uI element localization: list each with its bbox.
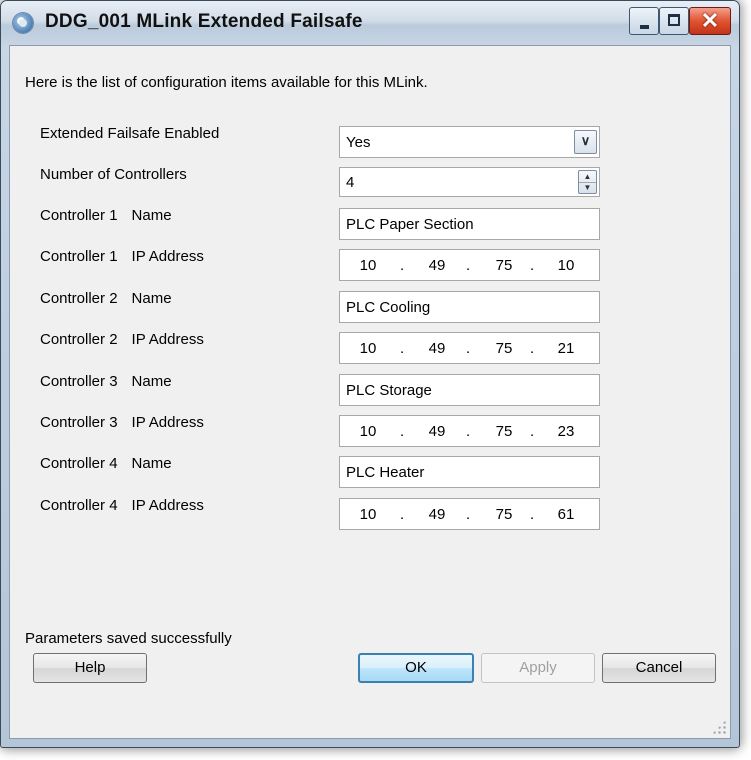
controller-name-input[interactable]: PLC Paper Section (339, 208, 600, 240)
spin-buttons[interactable]: ▲ ▼ (578, 170, 597, 194)
status-message: Parameters saved successfully (25, 630, 232, 647)
controller-ip-input[interactable]: 10. 49. 75. 23 (339, 415, 600, 447)
controller-prefix: Controller 4 (40, 497, 118, 514)
spin-down-icon[interactable]: ▼ (579, 182, 596, 193)
controller-name-suffix: Name (131, 290, 172, 307)
cancel-button[interactable]: Cancel (602, 653, 716, 683)
ip-dot: . (466, 506, 471, 523)
controller-ip-label: Controller 1 IP Address (40, 248, 204, 265)
controller-prefix: Controller 4 (40, 455, 118, 472)
ip-dot: . (466, 257, 471, 274)
controller-prefix: Controller 3 (40, 373, 118, 390)
controller-ip-input[interactable]: 10. 49. 75. 10 (339, 249, 600, 281)
controllers-count-stepper[interactable]: 4 ▲ ▼ (339, 167, 600, 197)
controller-ip-suffix: IP Address (131, 331, 204, 348)
controller-prefix: Controller 2 (40, 331, 118, 348)
dialog-body: Here is the list of configuration items … (9, 45, 731, 739)
controller-ip-input[interactable]: 10. 49. 75. 61 (339, 498, 600, 530)
ip-dot: . (400, 423, 405, 440)
controllers-count-label: Number of Controllers (40, 166, 187, 183)
ip-octet[interactable]: 49 (419, 257, 455, 274)
controller-name-label: Controller 1 Name (40, 207, 172, 224)
ip-dot: . (530, 506, 535, 523)
controller-name-input[interactable]: PLC Storage (339, 374, 600, 406)
dropdown-button[interactable]: ∨ (574, 130, 597, 154)
ok-button[interactable]: OK (358, 653, 474, 683)
chevron-down-icon: ∨ (580, 133, 591, 148)
ip-octet[interactable]: 61 (548, 506, 584, 523)
ip-dot: . (466, 423, 471, 440)
window-title: DDG_001 MLink Extended Failsafe (45, 11, 363, 32)
dialog-window: DDG_001 MLink Extended Failsafe ✕ Here i… (0, 0, 740, 748)
maximize-button[interactable] (659, 7, 689, 35)
controller-prefix: Controller 2 (40, 290, 118, 307)
ip-dot: . (530, 423, 535, 440)
controller-name-value: PLC Cooling (346, 299, 431, 316)
close-button[interactable]: ✕ (689, 7, 731, 35)
ip-octet[interactable]: 49 (419, 340, 455, 357)
ip-octet[interactable]: 10 (350, 340, 386, 357)
controller-ip-suffix: IP Address (131, 414, 204, 431)
controller-prefix: Controller 1 (40, 248, 118, 265)
controller-ip-suffix: IP Address (131, 248, 204, 265)
controllers-count-value: 4 (346, 174, 355, 191)
controller-prefix: Controller 1 (40, 207, 118, 224)
resize-grip[interactable] (712, 720, 726, 734)
failsafe-label: Extended Failsafe Enabled (40, 125, 220, 142)
ip-octet[interactable]: 75 (486, 340, 522, 357)
ip-octet[interactable]: 75 (486, 506, 522, 523)
ip-octet[interactable]: 10 (350, 257, 386, 274)
controller-ip-input[interactable]: 10. 49. 75. 21 (339, 332, 600, 364)
ip-octet[interactable]: 75 (486, 257, 522, 274)
failsafe-value: Yes (346, 134, 371, 151)
ip-octet[interactable]: 21 (548, 340, 584, 357)
ip-octet[interactable]: 10 (350, 506, 386, 523)
ip-dot: . (466, 340, 471, 357)
ip-octet[interactable]: 75 (486, 423, 522, 440)
close-icon: ✕ (700, 8, 720, 33)
ip-dot: . (400, 340, 405, 357)
controller-ip-label: Controller 4 IP Address (40, 497, 204, 514)
controller-name-value: PLC Paper Section (346, 216, 474, 233)
ip-octet[interactable]: 10 (548, 257, 584, 274)
help-button[interactable]: Help (33, 653, 147, 683)
ip-dot: . (530, 340, 535, 357)
ip-dot: . (400, 257, 405, 274)
minimize-button[interactable] (629, 7, 659, 35)
app-gear-icon[interactable] (13, 13, 33, 33)
controller-ip-label: Controller 2 IP Address (40, 331, 204, 348)
controller-name-label: Controller 3 Name (40, 373, 172, 390)
controller-ip-label: Controller 3 IP Address (40, 414, 204, 431)
ip-dot: . (530, 257, 535, 274)
controller-name-label: Controller 4 Name (40, 455, 172, 472)
controller-name-input[interactable]: PLC Cooling (339, 291, 600, 323)
controller-name-suffix: Name (131, 207, 172, 224)
apply-button[interactable]: Apply (481, 653, 595, 683)
controller-ip-suffix: IP Address (131, 497, 204, 514)
controller-name-input[interactable]: PLC Heater (339, 456, 600, 488)
controller-name-label: Controller 2 Name (40, 290, 172, 307)
ip-dot: . (400, 506, 405, 523)
ip-octet[interactable]: 23 (548, 423, 584, 440)
title-bar[interactable]: DDG_001 MLink Extended Failsafe ✕ (1, 1, 739, 45)
ip-octet[interactable]: 10 (350, 423, 386, 440)
controller-name-value: PLC Storage (346, 382, 432, 399)
controller-name-suffix: Name (131, 373, 172, 390)
intro-text: Here is the list of configuration items … (25, 74, 428, 91)
controller-name-value: PLC Heater (346, 464, 425, 481)
controller-name-suffix: Name (131, 455, 172, 472)
ip-octet[interactable]: 49 (419, 506, 455, 523)
controller-prefix: Controller 3 (40, 414, 118, 431)
ip-octet[interactable]: 49 (419, 423, 455, 440)
failsafe-dropdown[interactable]: Yes ∨ (339, 126, 600, 158)
